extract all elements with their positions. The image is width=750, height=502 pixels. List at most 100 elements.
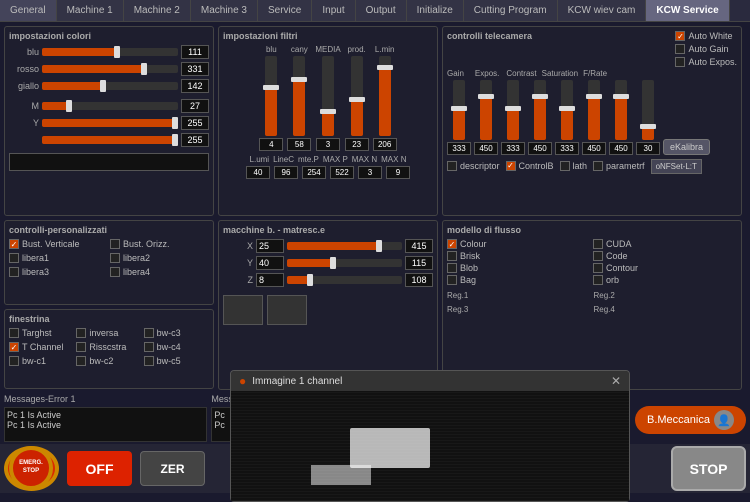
tel-sub-contrast: Contrast [506,69,536,78]
msg-error1-line1: Pc 1 Is Active [7,410,204,420]
off-button[interactable]: OFF [67,451,132,486]
msg-error1-content: Pc 1 Is Active Pc 1 Is Active [4,407,207,442]
panel-telecamera: Controlli Telecamera ✓ Auto White Auto G… [442,26,742,216]
slider-m-label: M [9,101,39,111]
vslider-cany: cany 58 [287,45,311,151]
emergency-button[interactable]: EMERG. STOP [4,446,59,491]
popup-close-button[interactable]: ✕ [611,374,621,388]
slider-y-track[interactable] [42,119,178,127]
tel-vslider-7: 450 [609,80,633,155]
slider-blu-track[interactable] [42,48,178,56]
machine-box-2 [267,295,307,325]
panel-personalizzati: Controlli-Personalizzati ✓ Bust. Vertica… [4,220,214,305]
zero-button[interactable]: ZER [140,451,205,486]
cb-lath: lath [560,161,588,171]
vslider-lmin: L.min 206 [373,45,397,151]
cb-bwc1: bw-c1 [9,356,74,366]
slider-z-label: Z [223,275,253,285]
slider-z-value: 108 [405,273,433,287]
cb-auto-expos: Auto Expos. [675,57,737,67]
filtri-val-maxp: 522 [330,166,354,179]
tab-machine1[interactable]: Machine 1 [57,0,124,21]
slider-machine-y: Y 115 [223,256,433,270]
reg2-label: Reg.2 [594,291,738,300]
cb-risscstra: Risscstra [76,342,141,352]
slider-giallo-track[interactable] [42,82,178,90]
popup-body [231,391,629,501]
tab-service[interactable]: Service [258,0,312,21]
machine-y-input[interactable] [256,256,284,270]
tel-vslider-3: 333 [501,80,525,155]
offset-button[interactable]: oNFSet-L:T [651,159,702,174]
tab-general[interactable]: General [0,0,57,21]
filtri-label-maxn2: MAX N [381,155,406,164]
slider-y-label: Y [9,118,39,128]
top-navigation: General Machine 1 Machine 2 Machine 3 Se… [0,0,750,22]
tel-sub-sat: Saturation [542,69,578,78]
machine-x-input[interactable] [256,239,284,253]
reg3-label: Reg.3 [447,305,591,314]
tab-input[interactable]: Input [312,0,355,21]
machine-z-input[interactable] [256,273,284,287]
slider-rosso-track[interactable] [42,65,178,73]
slider-z: Z 108 [223,273,433,287]
cb-targhst: Targhst [9,328,74,338]
slider-blu-label: blu [9,47,39,57]
cb-contour: Contour [593,263,737,273]
slider-rosso: rosso 331 [9,62,209,76]
tab-initialize[interactable]: Initialize [407,0,464,21]
kalibra-button[interactable]: eKalibra [663,139,710,155]
slider-m-value: 27 [181,99,209,113]
cb-libera1: libera1 [9,253,108,263]
slider-machine-y-value: 115 [405,256,433,270]
cb-auto-gain: Auto Gain [675,44,737,54]
slider-giallo: giallo 142 [9,79,209,93]
tab-machine3[interactable]: Machine 3 [191,0,258,21]
tab-cutting-program[interactable]: Cutting Program [464,0,558,21]
colori-input-field[interactable] [9,153,209,171]
tab-kcw-service[interactable]: KCW Service [646,0,729,21]
tab-kcw-wiev-cam[interactable]: KCW wiev cam [558,0,647,21]
tel-vslider-2: 450 [474,80,498,155]
slider-machine-y-track[interactable] [287,259,402,267]
cb-bag: Bag [447,275,591,285]
vslider-media: MEDIA 3 [315,45,340,151]
svg-text:STOP: STOP [23,468,39,474]
slider-y-value: 255 [181,116,209,130]
tel-sub-frate: F/Rate [583,69,607,78]
stop-button[interactable]: STOP [671,446,746,491]
cb-orb: orb [593,275,737,285]
slider-x-label: X [223,241,253,251]
panel-filtri-title: Impostazioni filtri [223,31,433,41]
slider-z-track[interactable] [287,276,402,284]
filtri-label-linec: LineC [273,155,294,164]
bmec-icon: 👤 [714,410,734,430]
filtri-val-lumi: 40 [246,166,270,179]
panel-finestrina: Finestrina Targhst inversa bw-c3 ✓ T Cha… [4,309,214,389]
panel-machine-title: Macchine B. - Matresc.e [223,225,433,235]
cb-blob: Blob [447,263,591,273]
cb-bwc2: bw-c2 [76,356,141,366]
slider-x-track[interactable] [287,242,402,250]
filtri-val-mtep: 254 [302,166,326,179]
tel-vslider-5: 333 [555,80,579,155]
cb-bust-orizz: Bust. Orizz. [110,239,209,249]
slider-extra: 255 [9,133,209,147]
slider-rosso-label: rosso [9,64,39,74]
bmeccanica-button[interactable]: B.Meccanica 👤 [635,406,746,434]
msg-error1-title: Messages-Error 1 [4,394,207,404]
cb-libera4: libera4 [110,267,209,277]
tab-machine2[interactable]: Machine 2 [124,0,191,21]
cb-tchannel: ✓ T Channel [9,342,74,352]
slider-giallo-label: giallo [9,81,39,91]
popup-icon: ● [239,374,246,388]
slider-m-track[interactable] [42,102,178,110]
tel-vslider-1: 333 [447,80,471,155]
slider-extra-track[interactable] [42,136,178,144]
tel-sub-expos: Expos. [475,69,499,78]
tab-output[interactable]: Output [356,0,407,21]
tel-vslider-4: 450 [528,80,552,155]
cb-auto-white: ✓ Auto White [675,31,737,41]
slider-blu-value: 111 [181,45,209,59]
panel-pers-title: Controlli-Personalizzati [9,225,209,235]
